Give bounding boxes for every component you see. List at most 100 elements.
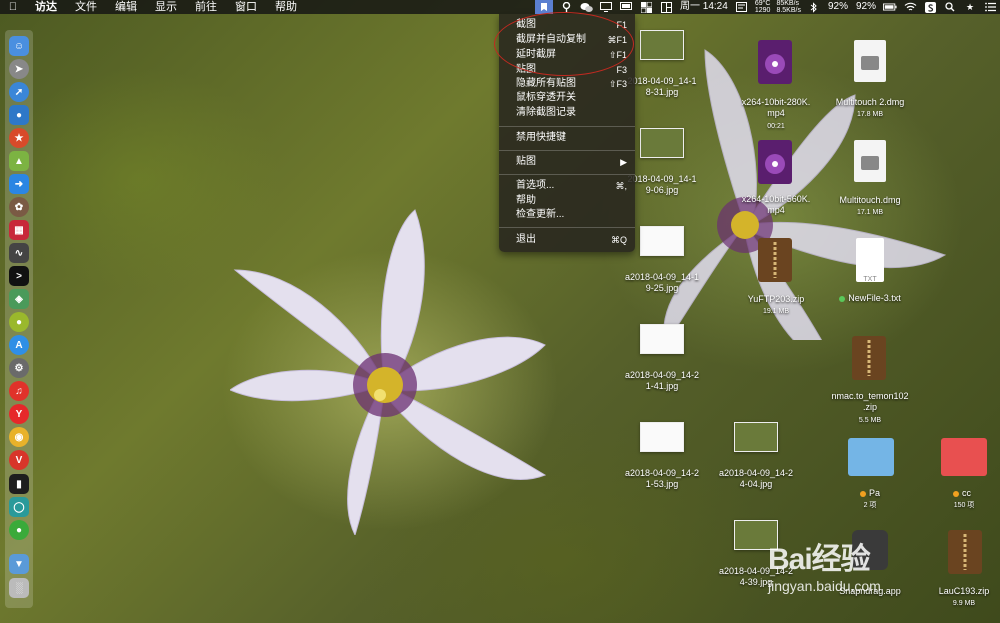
file-zip[interactable]: nmac.to_temon102 .zip 5.5 MB	[822, 336, 918, 428]
bluetooth-icon[interactable]	[807, 1, 821, 13]
battery-percent-b[interactable]: 92%	[856, 0, 876, 14]
menu-item-check-updates[interactable]: 检查更新...	[499, 208, 635, 222]
system-preferences-icon[interactable]: ⚙	[9, 358, 29, 378]
star-icon[interactable]: ★	[963, 2, 977, 13]
wechat-dock-icon[interactable]: ●	[9, 520, 29, 540]
menu-item-quit[interactable]: 退出 ⌘Q	[499, 233, 635, 247]
image-thumbnail	[640, 30, 684, 60]
safari-icon[interactable]: ➚	[9, 82, 29, 102]
menu-item-screenshot-auto-copy[interactable]: 截屏并自动复制 ⌘F1	[499, 33, 635, 47]
menu-item-label: 帮助	[516, 195, 536, 206]
app-green-icon[interactable]: ●	[9, 312, 29, 332]
menu-item-clear-history[interactable]: 清除截图记录	[499, 106, 635, 120]
file-dmg[interactable]: Multitouch 2.dmg 17.8 MB	[822, 40, 918, 120]
apple-icon[interactable]: 	[0, 0, 26, 14]
file-duration: 00:21	[767, 123, 785, 130]
yandex-browser-icon[interactable]: Y	[9, 404, 29, 424]
launchpad-icon[interactable]: ➤	[9, 59, 29, 79]
app-red-icon[interactable]: ★	[9, 128, 29, 148]
trash-icon[interactable]: ░	[9, 578, 29, 598]
screenshot-app-icon[interactable]	[535, 0, 553, 14]
pin-icon[interactable]	[559, 1, 573, 13]
clock[interactable]: 周一 14:24	[680, 0, 728, 14]
image-thumbnail	[640, 128, 684, 158]
menu-item-shortcut: ⌘,	[615, 181, 627, 191]
maps-icon[interactable]: ◈	[9, 289, 29, 309]
grid-icon[interactable]	[639, 1, 653, 13]
network-speed[interactable]: 85KB/s 8.5KB/s	[776, 0, 801, 14]
menu-app-name[interactable]: 访达	[26, 0, 66, 14]
file-txt[interactable]: TXT NewFile-3.txt	[822, 238, 918, 308]
finder-icon[interactable]: ☺	[9, 36, 29, 56]
s-app-icon[interactable]	[923, 1, 937, 13]
image-thumbnail	[640, 226, 684, 256]
remote-desktop-icon[interactable]: ➜	[9, 174, 29, 194]
app-bars-icon[interactable]: ▦	[9, 220, 29, 240]
app-brown-icon[interactable]: ✿	[9, 197, 29, 217]
folder-cc[interactable]: cc 150 项	[904, 438, 1000, 514]
folder-icon	[848, 438, 894, 476]
file-name-text: NewFile-3.txt	[848, 293, 901, 303]
menu-file[interactable]: 文件	[66, 0, 106, 14]
menu-edit[interactable]: 编辑	[106, 0, 146, 14]
menu-go[interactable]: 前往	[186, 0, 226, 14]
vivaldi-icon[interactable]: V	[9, 450, 29, 470]
contacts-icon[interactable]: ●	[9, 105, 29, 125]
zip-archive-icon	[852, 336, 886, 380]
chrome-icon[interactable]: ◉	[9, 427, 29, 447]
screenshot-app-menu: 截图 F1 截屏并自动复制 ⌘F1 延时截屏 ⇧F1 贴图 F3 隐藏所有贴图 …	[499, 14, 635, 252]
notification-center-icon[interactable]	[983, 2, 997, 13]
menu-view[interactable]: 显示	[146, 0, 186, 14]
file-size: 17.8 MB	[856, 111, 884, 118]
menu-item-shortcut: ⇧F3	[608, 79, 627, 89]
terminal-icon[interactable]: >	[9, 266, 29, 286]
app-teal-icon[interactable]: ◯	[9, 497, 29, 517]
menu-separator	[499, 174, 635, 175]
android-icon[interactable]: ▲	[9, 151, 29, 171]
menu-item-preferences[interactable]: 首选项... ⌘,	[499, 179, 635, 193]
app-store-icon[interactable]: A	[9, 335, 29, 355]
fan-speed-text: 1290	[754, 7, 771, 14]
downloads-folder-icon[interactable]: ▼	[9, 554, 29, 574]
file-video[interactable]: x264-10bit-280K. mp4 00:21	[728, 40, 824, 132]
file-screenshot[interactable]: a2018-04-09_14-2 1-53.jpg	[614, 422, 710, 492]
battery-percent-a[interactable]: 92%	[828, 0, 848, 14]
battery-icon[interactable]	[883, 2, 897, 13]
netease-music-icon[interactable]: ♫	[9, 381, 29, 401]
file-name: a2018-04-09_14-2 1-53.jpg	[624, 468, 700, 489]
display-icon[interactable]	[599, 2, 613, 13]
flag-icon[interactable]	[735, 2, 749, 13]
sensor-readout[interactable]: 69°C 1290	[755, 0, 771, 14]
spotlight-search-icon[interactable]	[943, 2, 957, 13]
window-layout-icon[interactable]	[659, 1, 673, 13]
file-dmg[interactable]: Multitouch.dmg 17.1 MB	[822, 140, 918, 220]
menu-item-hide-all-pins[interactable]: 隐藏所有贴图 ⇧F3	[499, 77, 635, 91]
image-thumbnail	[734, 422, 778, 452]
file-size: 5.5 MB	[858, 417, 882, 424]
activity-monitor-icon[interactable]: ∿	[9, 243, 29, 263]
menu-item-delayed-screenshot[interactable]: 延时截屏 ⇧F1	[499, 48, 635, 62]
code-editor-icon[interactable]: ▮	[9, 474, 29, 494]
menu-item-mouse-passthrough[interactable]: 鼠标穿透开关	[499, 91, 635, 105]
file-screenshot[interactable]: a2018-04-09_14-2 4-04.jpg	[708, 422, 804, 492]
menu-window[interactable]: 窗口	[226, 0, 266, 14]
image-thumbnail	[640, 422, 684, 452]
file-screenshot[interactable]: a2018-04-09_14-2 1-41.jpg	[614, 324, 710, 394]
menu-help[interactable]: 帮助	[266, 0, 306, 14]
menu-item-pin-image[interactable]: 贴图 F3	[499, 63, 635, 77]
submenu-arrow-icon: ▶	[620, 157, 627, 167]
folder-name: cc	[914, 488, 1000, 499]
download-speed-text: 8.5KB/s	[776, 7, 801, 14]
wechat-icon[interactable]	[579, 2, 593, 13]
menu-item-disable-hotkeys[interactable]: 禁用快捷键	[499, 131, 635, 145]
monitor-icon[interactable]	[619, 2, 633, 13]
menu-item-label: 清除截图记录	[516, 107, 576, 118]
menu-item-pin-submenu[interactable]: 贴图 ▶	[499, 155, 635, 169]
file-zip[interactable]: YuFTP203.zip 19.1 MB	[728, 238, 824, 318]
folder-name-text: cc	[962, 488, 971, 498]
menu-item-label: 隐藏所有贴图	[516, 78, 576, 89]
menu-item-help[interactable]: 帮助	[499, 194, 635, 208]
wifi-icon[interactable]	[903, 2, 917, 13]
menu-item-screenshot[interactable]: 截图 F1	[499, 18, 635, 32]
file-video[interactable]: x264-10bit-560K. mp4	[728, 140, 824, 232]
